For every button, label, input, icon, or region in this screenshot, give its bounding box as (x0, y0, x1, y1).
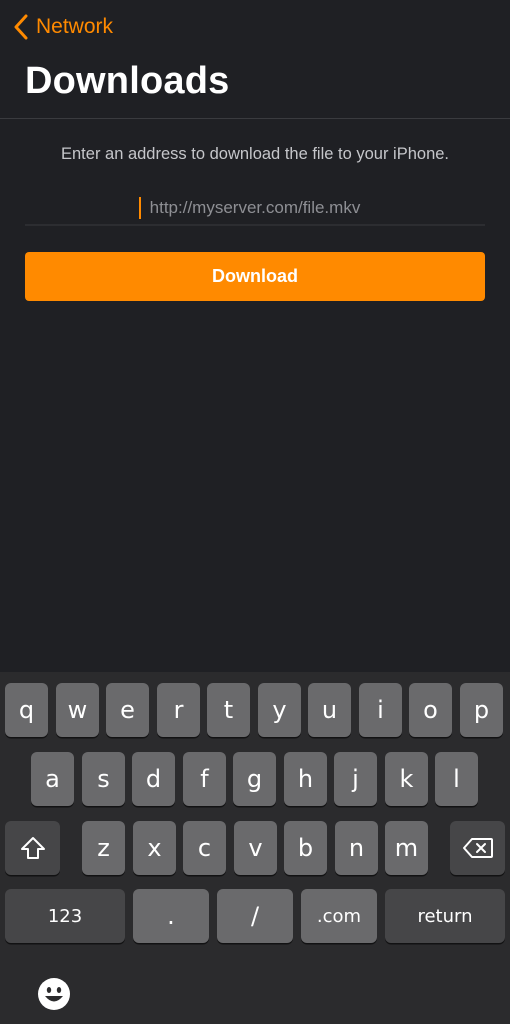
key-u[interactable]: u (308, 683, 351, 737)
key-j[interactable]: j (334, 752, 377, 806)
key-c[interactable]: c (183, 821, 226, 875)
back-button[interactable]: Network (14, 12, 113, 42)
dotcom-key[interactable]: .com (301, 889, 377, 943)
key-x[interactable]: x (133, 821, 176, 875)
key-g[interactable]: g (233, 752, 276, 806)
key-r[interactable]: r (157, 683, 200, 737)
instructions-text: Enter an address to download the file to… (61, 145, 449, 163)
key-v[interactable]: v (234, 821, 277, 875)
key-y[interactable]: y (258, 683, 301, 737)
key-l[interactable]: l (435, 752, 478, 806)
download-button[interactable]: Download (25, 252, 485, 301)
url-input[interactable] (25, 192, 485, 224)
key-p[interactable]: p (460, 683, 503, 737)
period-key[interactable]: . (133, 889, 209, 943)
key-t[interactable]: t (207, 683, 250, 737)
delete-key[interactable] (450, 821, 505, 875)
key-f[interactable]: f (183, 752, 226, 806)
key-i[interactable]: i (359, 683, 402, 737)
back-button-label: Network (36, 15, 114, 38)
page-title: Downloads (25, 60, 230, 102)
key-w[interactable]: w (56, 683, 99, 737)
key-o[interactable]: o (409, 683, 452, 737)
key-m[interactable]: m (385, 821, 428, 875)
slash-key[interactable]: / (217, 889, 293, 943)
key-b[interactable]: b (284, 821, 327, 875)
shift-key[interactable] (5, 821, 60, 875)
key-d[interactable]: d (132, 752, 175, 806)
key-n[interactable]: n (335, 821, 378, 875)
key-e[interactable]: e (106, 683, 149, 737)
numbers-key[interactable]: 123 (5, 889, 125, 943)
emoji-button[interactable] (37, 977, 71, 1011)
emoji-icon (38, 978, 70, 1010)
key-z[interactable]: z (82, 821, 125, 875)
chevron-left-icon (14, 14, 28, 40)
key-a[interactable]: a (31, 752, 74, 806)
shift-icon (20, 837, 45, 859)
key-s[interactable]: s (82, 752, 125, 806)
key-q[interactable]: q (5, 683, 48, 737)
url-field[interactable] (25, 192, 485, 226)
key-h[interactable]: h (284, 752, 327, 806)
text-cursor (139, 197, 141, 219)
delete-backspace-icon (462, 838, 493, 858)
return-key[interactable]: return (385, 889, 505, 943)
key-k[interactable]: k (385, 752, 428, 806)
header-divider (0, 118, 510, 119)
